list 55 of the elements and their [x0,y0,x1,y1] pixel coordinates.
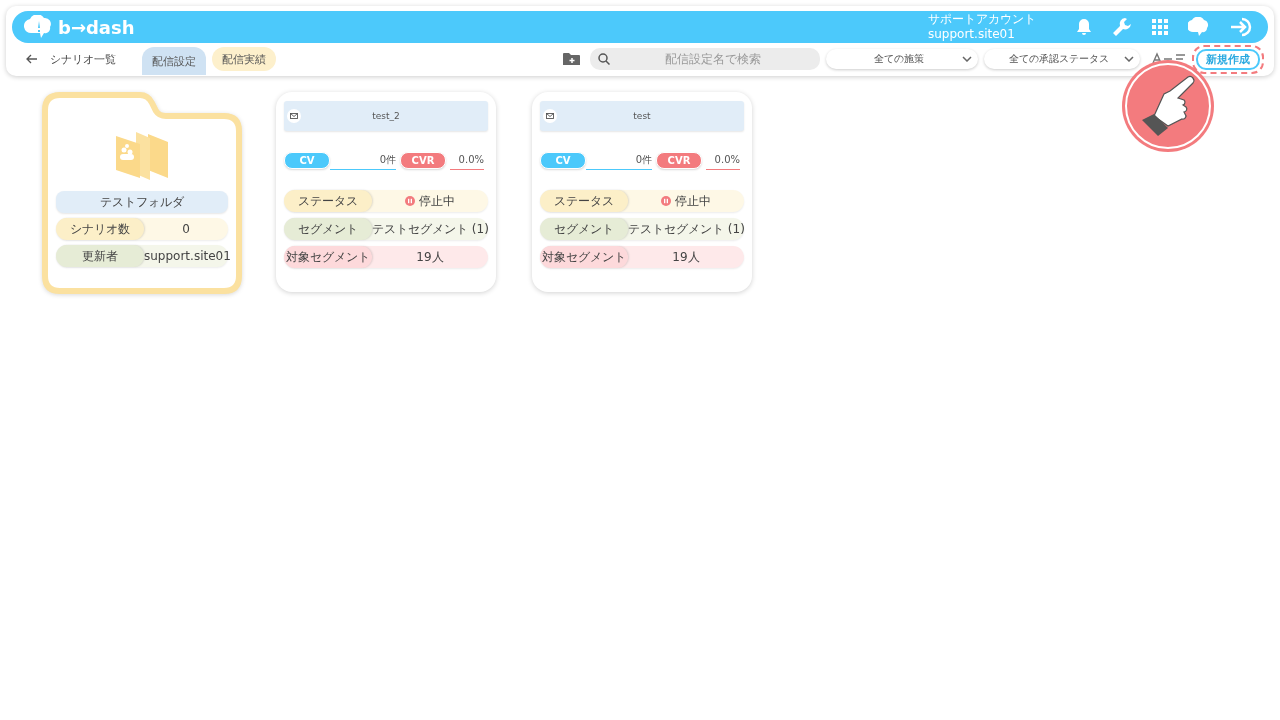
back-link[interactable]: シナリオ一覧 [50,51,116,67]
sort-icon[interactable] [1152,52,1186,66]
cv-badge: CV [284,152,330,169]
search-icon [598,53,610,65]
bell-icon[interactable] [1076,18,1092,36]
row-value: 停止中 [675,192,711,210]
folder-stack-icon [114,132,170,180]
wrench-icon[interactable] [1112,17,1132,37]
logo-icon [24,15,54,39]
scenario-card[interactable]: test CV 0件 CVR 0.0% ステータス 停止中 セグメント テストセグメント (1) 対象セグメント 19人 [532,92,752,292]
pause-icon [661,196,671,206]
folder-name: テストフォルダ [56,191,228,213]
row-value: 19人 [416,248,444,266]
filter-dropdown[interactable]: 全ての施策 [826,49,978,69]
cvr-badge: CVR [656,152,702,169]
pause-icon [405,196,415,206]
row-label: セグメント [284,218,372,240]
row-value: 0 [181,222,191,236]
back-arrow-icon[interactable] [26,54,38,64]
row-label: ステータス [540,190,628,212]
row-label: ステータス [284,190,372,212]
logout-icon[interactable] [1230,17,1254,37]
grid-icon[interactable] [1152,19,1168,35]
chevron-icon [1124,56,1134,62]
row-label: 対象セグメント [540,246,628,268]
filter-dropdown[interactable]: 全ての承認ステータス [984,49,1140,69]
chat-bubble-icon[interactable] [1188,17,1210,37]
tab[interactable]: 配信実績 [212,47,276,71]
scenario-name: test_2 [372,111,400,121]
row-label: セグメント [540,218,628,240]
account-name: サポートアカウント [928,12,1036,27]
cvr-badge: CVR [400,152,446,169]
cv-badge: CV [540,152,586,169]
mail-icon [287,109,301,123]
tab[interactable]: 配信設定 [142,47,206,75]
row-value: support.site01 [144,249,231,263]
row-value: テストセグメント (1) [628,220,745,238]
row-label: シナリオ数 [56,218,144,240]
cv-value: 0件 [330,151,396,170]
row-value: 19人 [672,248,700,266]
chevron-icon [962,56,972,62]
search-field[interactable]: 配信設定名で検索 [590,48,820,70]
row-label: 対象セグメント [284,246,372,268]
add-folder-icon[interactable] [563,52,580,66]
scenario-card[interactable]: test_2 CV 0件 CVR 0.0% ステータス 停止中 セグメント テストセグメント (1) 対象セグメント 19人 [276,92,496,292]
cvr-value: 0.0% [706,151,740,170]
scenario-name: test [633,111,651,121]
row-value: テストセグメント (1) [372,220,489,238]
logo-text: b→dash [58,16,135,38]
cvr-value: 0.0% [450,151,484,170]
row-label: 更新者 [56,245,144,267]
row-value: 停止中 [419,192,455,210]
cv-value: 0件 [586,151,652,170]
account-id: support.site01 [928,27,1016,42]
mail-icon [543,109,557,123]
